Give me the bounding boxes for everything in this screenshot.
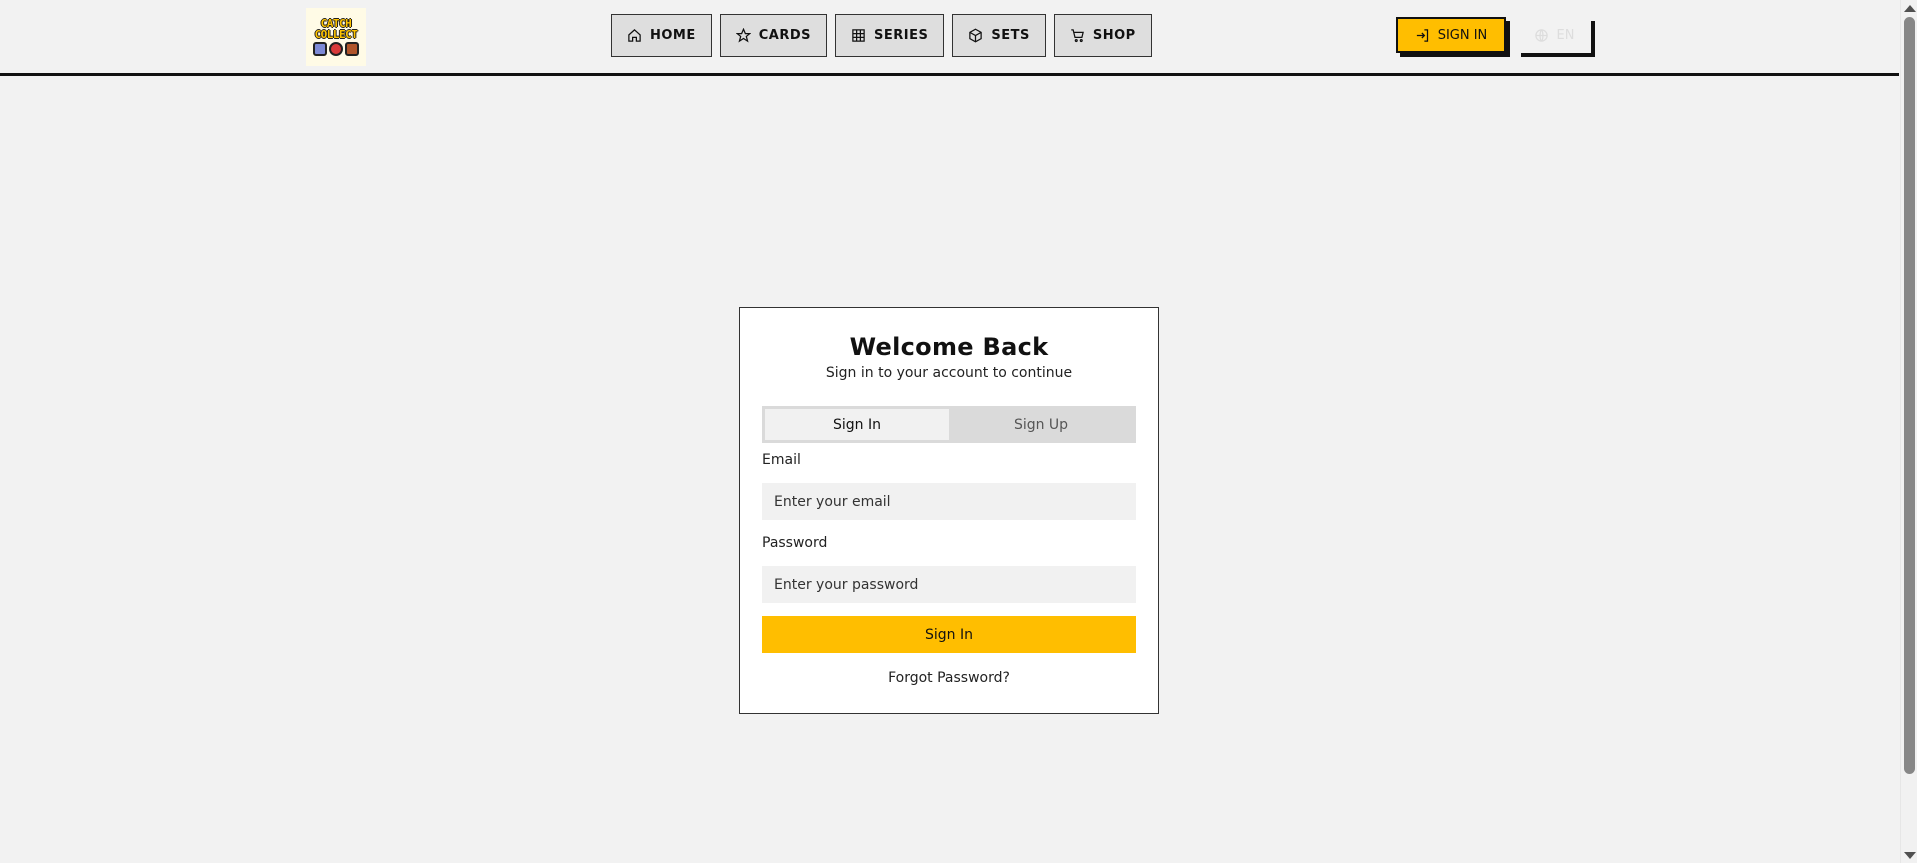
nav-series-button[interactable]: SERIES bbox=[835, 14, 945, 57]
language-button[interactable]: EN bbox=[1517, 17, 1591, 53]
language-label: EN bbox=[1556, 27, 1575, 43]
site-logo[interactable]: CATCH COLLECT bbox=[306, 8, 366, 66]
log-in-icon bbox=[1416, 28, 1428, 42]
box-icon bbox=[969, 28, 983, 43]
auth-subtitle: Sign in to your account to continue bbox=[825, 365, 1073, 381]
logo-wordmark: CATCH COLLECT bbox=[314, 17, 358, 41]
password-field[interactable] bbox=[762, 566, 1136, 603]
star-icon bbox=[735, 28, 751, 43]
tab-sign-in[interactable]: Sign In bbox=[765, 409, 949, 440]
nav-shop-label: SHOP bbox=[1092, 28, 1136, 43]
cart-icon bbox=[1071, 29, 1084, 43]
nav-shop-button[interactable]: SHOP bbox=[1053, 14, 1152, 57]
auth-title: Welcome Back bbox=[849, 333, 1049, 361]
top-header: CATCH COLLECT HOME CARDS SERIES SETS SHO… bbox=[0, 0, 1899, 76]
forgot-password-link[interactable]: Forgot Password? bbox=[740, 670, 1158, 686]
header-sign-in-button[interactable]: SIGN IN bbox=[1396, 17, 1506, 53]
nav-home-button[interactable]: HOME bbox=[611, 14, 712, 57]
nav-sets-button[interactable]: SETS bbox=[952, 14, 1046, 57]
password-label: Password bbox=[762, 535, 828, 551]
page-scrollbar[interactable] bbox=[1900, 0, 1917, 863]
nav-sets-label: SETS bbox=[991, 28, 1030, 43]
email-field[interactable] bbox=[762, 483, 1136, 520]
nav-cards-label: CARDS bbox=[758, 28, 812, 43]
scroll-up-icon[interactable] bbox=[1904, 5, 1916, 12]
nav-series-label: SERIES bbox=[874, 28, 929, 43]
nav-home-label: HOME bbox=[650, 28, 696, 43]
auth-card: Welcome Back Sign in to your account to … bbox=[739, 307, 1159, 714]
header-sign-in-label: SIGN IN bbox=[1437, 27, 1488, 43]
nav-cards-button[interactable]: CARDS bbox=[719, 14, 828, 57]
auth-tabs: Sign In Sign Up bbox=[762, 406, 1136, 443]
home-icon bbox=[628, 29, 641, 42]
email-label: Email bbox=[762, 452, 801, 468]
sign-in-submit-button[interactable]: Sign In bbox=[762, 616, 1136, 653]
scroll-thumb[interactable] bbox=[1904, 17, 1915, 774]
scroll-down-icon[interactable] bbox=[1904, 852, 1916, 859]
globe-icon bbox=[1534, 28, 1548, 42]
logo-art bbox=[313, 42, 359, 56]
main-nav: HOME CARDS SERIES SETS SHOP bbox=[611, 14, 1152, 57]
tab-sign-up[interactable]: Sign Up bbox=[949, 409, 1133, 440]
grid-icon bbox=[852, 29, 865, 42]
